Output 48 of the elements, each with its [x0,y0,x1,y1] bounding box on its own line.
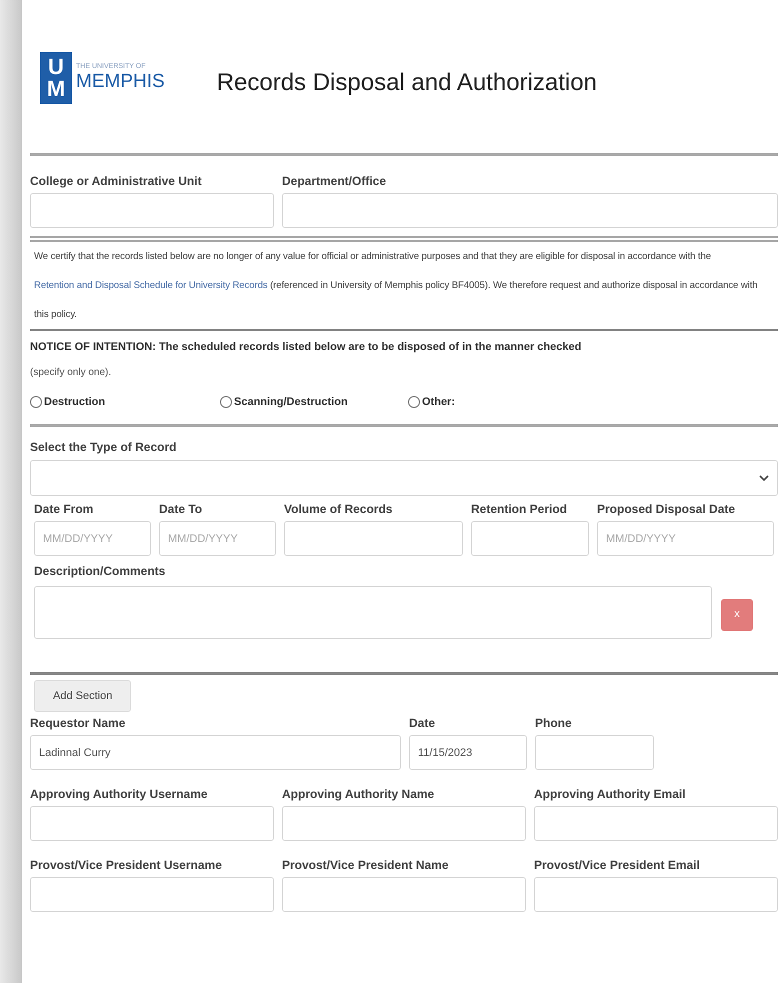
input-field[interactable]: MM/DD/YYYY [597,521,774,556]
field-label: Approving Authority Name [282,786,436,803]
field-label: Proposed Disposal Date [597,501,736,518]
schedule-link[interactable]: Retention and Disposal Schedule for University Records [34,280,268,291]
field-label: Provost/Vice President Email [534,857,701,874]
input-field[interactable] [471,521,589,556]
input-field[interactable]: MM/DD/YYYY [159,521,276,556]
input-field[interactable] [30,806,274,841]
description-field[interactable] [34,586,712,639]
field-label: Select the Type of Record [30,439,178,456]
input-field[interactable] [30,193,274,228]
input-field[interactable] [282,806,526,841]
field-label: Description/Comments [33,563,166,580]
field-label: Date [409,715,436,732]
radio-option[interactable]: Destruction [30,394,220,410]
input-field[interactable] [534,806,778,841]
input-field[interactable] [282,877,526,912]
input-field[interactable] [284,521,463,556]
input-field[interactable] [535,735,654,770]
field-label: Requestor Name [30,715,126,732]
field-label: Phone [535,715,573,732]
field-label: Provost/Vice President Name [282,857,450,874]
input-field[interactable] [30,877,274,912]
radio-option[interactable]: Scanning/Destruction [220,394,408,410]
input-field[interactable] [282,193,778,228]
field-label: Approving Authority Email [534,786,687,803]
certification-text: We certify that the records listed below are no longer of any value for official or administrative purposes and that they are eligible for disposal in accordance with the Retention and Disposal Schedule for University Records (referenced in University of Memphis policy BF4005). We therefore request and authorize disposal in accordance with this policy. [33,250,759,322]
input-field[interactable]: Ladinnal Curry [30,735,401,770]
input-field[interactable]: 11/15/2023 [409,735,527,770]
radio-option[interactable]: Other: [408,394,455,410]
page-title: Records Disposal and Authorization [216,68,597,98]
field-label: Retention Period [471,501,568,518]
input-field[interactable] [534,877,778,912]
logo-mark: U M [40,52,72,104]
notice-note: (specify only one). [30,366,112,380]
add-section-button[interactable]: Add Section [34,680,132,712]
field-label: Date From [34,501,94,518]
field-label: Department/Office [282,173,388,190]
logo-name: MEMPHIS [76,71,165,93]
input-field[interactable]: MM/DD/YYYY [34,521,151,556]
chevron-down-icon [759,475,769,481]
field-label: Provost/Vice President Username [30,857,223,874]
record-type-select[interactable] [30,460,778,496]
field-label: College or Administrative Unit [30,173,203,190]
field-label: Approving Authority Username [30,786,209,803]
notice-heading: NOTICE OF INTENTION: The scheduled records listed below are to be disposed of in the manner checked [30,340,582,355]
field-label: Volume of Records [284,501,394,518]
field-label: Date To [159,501,204,518]
